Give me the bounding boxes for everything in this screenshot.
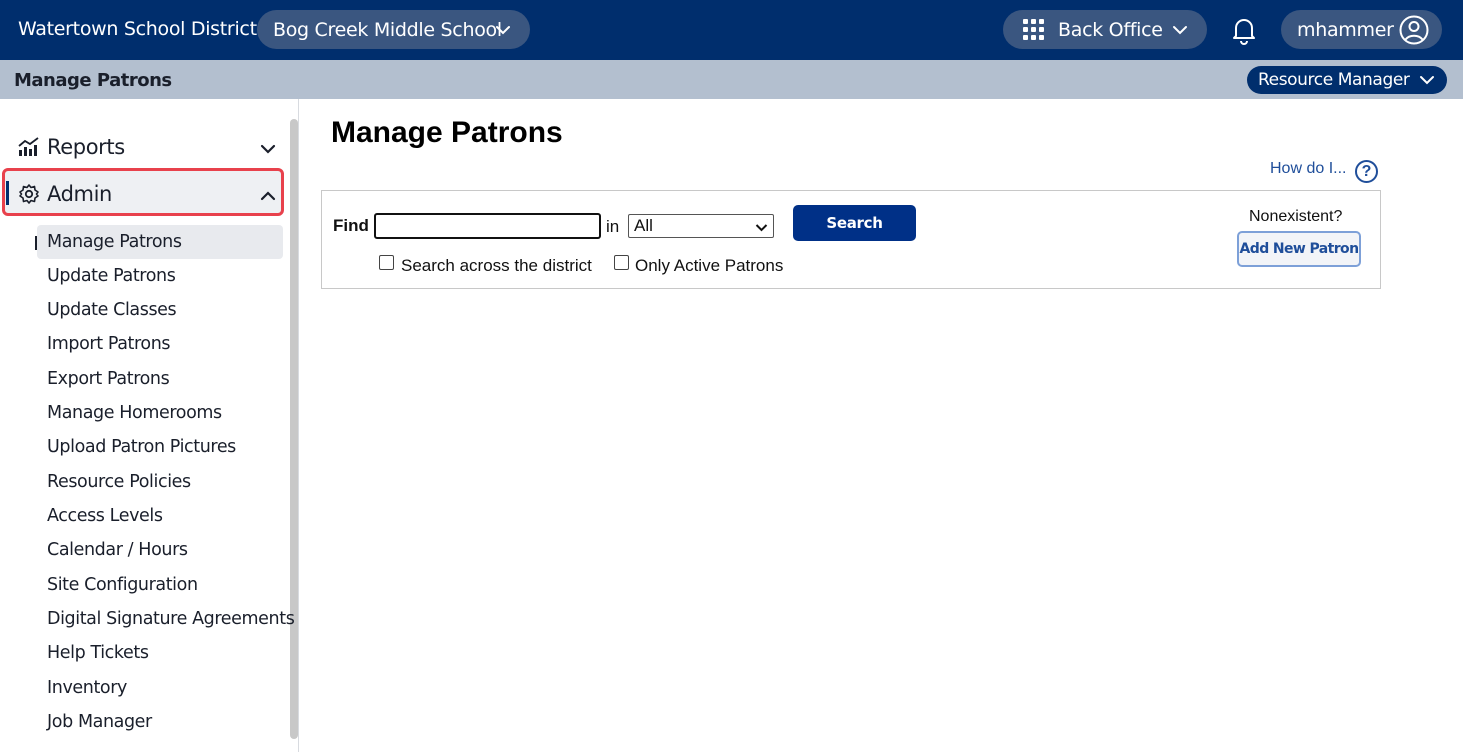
sidebar-item-import-patrons[interactable]: Import Patrons	[47, 334, 171, 354]
sidebar-item-update-classes[interactable]: Update Classes	[47, 300, 177, 320]
sidebar-item-resource-policies[interactable]: Resource Policies	[47, 472, 191, 492]
active-section-marker	[6, 181, 9, 205]
back-office-menu[interactable]: Back Office	[1003, 10, 1207, 49]
only-active-checkbox[interactable]	[614, 255, 629, 270]
only-active-label: Only Active Patrons	[635, 256, 784, 275]
add-new-patron-button[interactable]: Add New Patron	[1237, 231, 1361, 267]
resource-manager-label: Resource Manager	[1258, 70, 1410, 90]
chevron-down-icon[interactable]	[259, 140, 277, 158]
active-item-marker	[35, 236, 37, 250]
sidebar-item-access-levels[interactable]: Access Levels	[47, 506, 163, 526]
sidebar-section-label: Reports	[47, 135, 125, 159]
sidebar-item-export-patrons[interactable]: Export Patrons	[47, 369, 170, 389]
sub-header-title: Manage Patrons	[14, 70, 172, 91]
chevron-down-icon	[1420, 76, 1434, 85]
how-do-i-link[interactable]: How do I...	[1270, 160, 1346, 178]
sidebar-item-job-manager[interactable]: Job Manager	[47, 712, 152, 732]
sidebar-item-calendar-hours[interactable]: Calendar / Hours	[47, 540, 188, 560]
chart-icon	[18, 137, 39, 156]
back-office-label: Back Office	[1058, 18, 1163, 41]
sidebar-item-inventory[interactable]: Inventory	[47, 678, 127, 698]
user-menu[interactable]: mhammer	[1281, 10, 1442, 49]
sidebar-item-manage-patrons[interactable]: Manage Patrons	[47, 232, 182, 252]
in-label: in	[606, 217, 620, 236]
user-icon	[1399, 15, 1429, 45]
search-button[interactable]: Search	[793, 205, 916, 241]
page-title: Manage Patrons	[331, 116, 563, 149]
chevron-down-icon	[496, 26, 510, 35]
search-field-selected: All	[634, 216, 653, 235]
sidebar-section-reports[interactable]: Reports	[18, 135, 125, 159]
top-bar: Watertown School District Bog Creek Midd…	[0, 0, 1463, 60]
help-icon[interactable]: ?	[1355, 160, 1378, 183]
sidebar: Reports Admin Manage Patrons Update Patr…	[0, 99, 299, 752]
sidebar-item-manage-homerooms[interactable]: Manage Homerooms	[47, 403, 222, 423]
chevron-down-icon	[755, 224, 768, 232]
grid-icon	[1023, 19, 1044, 40]
find-label: Find	[333, 216, 369, 235]
sidebar-item-help-tickets[interactable]: Help Tickets	[47, 643, 149, 663]
nonexistent-label: Nonexistent?	[1249, 208, 1343, 225]
sidebar-section-label: Admin	[47, 182, 112, 206]
sidebar-section-admin[interactable]: Admin	[18, 182, 112, 206]
sidebar-item-upload-patron-pictures[interactable]: Upload Patron Pictures	[47, 437, 236, 457]
search-district-checkbox[interactable]	[379, 255, 394, 270]
search-field-select[interactable]: All	[628, 214, 774, 238]
sidebar-scrollbar[interactable]	[290, 119, 298, 739]
username: mhammer	[1297, 18, 1394, 41]
chevron-down-icon	[1173, 26, 1187, 35]
bell-icon[interactable]	[1228, 14, 1260, 46]
sidebar-item-update-patrons[interactable]: Update Patrons	[47, 266, 176, 286]
chevron-up-icon[interactable]	[259, 187, 277, 205]
school-label: Bog Creek Middle School	[273, 18, 502, 41]
sidebar-item-digital-signature-agreements[interactable]: Digital Signature Agreements	[47, 609, 295, 629]
sidebar-item-site-configuration[interactable]: Site Configuration	[47, 575, 198, 595]
search-district-label: Search across the district	[401, 256, 592, 275]
school-selector[interactable]: Bog Creek Middle School	[257, 10, 530, 49]
gear-icon	[19, 184, 39, 204]
sub-header: Manage Patrons Resource Manager	[0, 60, 1463, 99]
district-name[interactable]: Watertown School District	[18, 18, 257, 40]
find-input[interactable]	[374, 213, 601, 239]
resource-manager-menu[interactable]: Resource Manager	[1247, 66, 1447, 94]
